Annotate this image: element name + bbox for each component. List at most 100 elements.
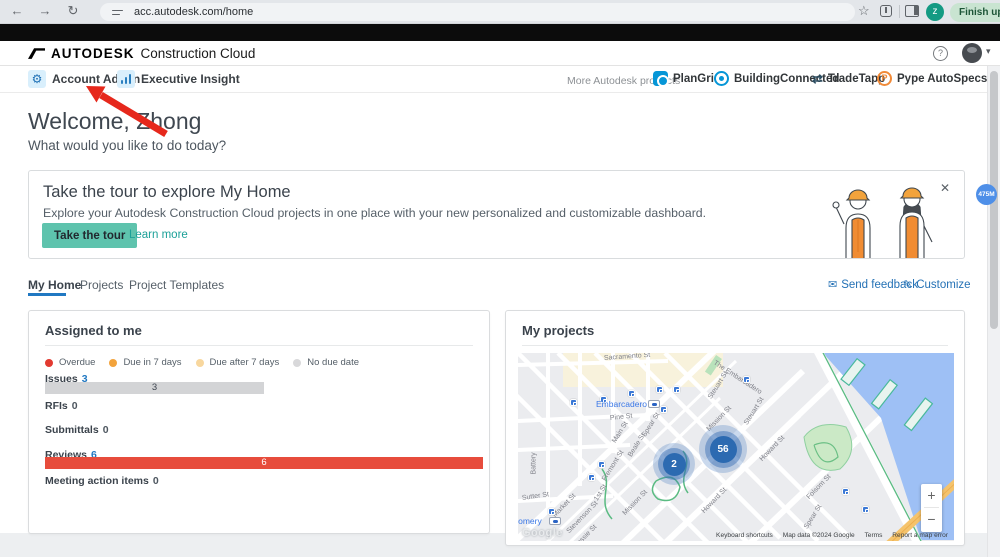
legend-dueafter7-label: Due after 7 days [209,357,280,368]
url-text[interactable]: acc.autodesk.com/home [134,6,253,18]
app-header: AUTODESK Construction Cloud ? ▾ [0,41,1000,66]
product-tradetapp[interactable]: ⇄ TradeTapp [812,71,885,86]
top-black-bar [0,24,1000,41]
notification-bubble[interactable]: 475M [976,184,997,205]
gear-icon: ⚙ [28,70,46,88]
map-cluster-56[interactable]: 56 [699,425,747,473]
bart-station-icon [549,517,561,525]
station-montgomery-label: tgomery [518,516,542,526]
legend-nodue-label: No due date [307,357,360,368]
legend-due7-dot [109,358,118,367]
card-divider [45,345,473,346]
product-nav: ⚙ Account Admin Executive Insight More A… [0,66,1000,93]
meeting-items-label: Meeting action items [45,475,149,487]
browser-forward-icon[interactable]: → [36,3,54,18]
my-projects-card: My projects Sacramento St The Embarcader… [505,310,965,546]
map-data-label: Map data ©2024 Google [782,532,855,539]
pype-icon: P [877,71,892,86]
banner-description: Explore your Autodesk Construction Cloud… [43,206,707,220]
product-pype-autospecs[interactable]: P Pype AutoSpecs [877,71,987,86]
legend-due7-label: Due in 7 days [123,357,182,368]
google-logo: Google [522,527,563,539]
meeting-items-count: 0 [152,475,159,487]
nav-executive-insight-label: Executive Insight [141,72,240,86]
bookmark-star-icon[interactable]: ☆ [858,3,870,19]
customize-label: Customize [916,279,971,291]
product-plangrid[interactable]: PlanGrid [653,71,721,87]
issues-bar: 3 [45,382,264,394]
browser-back-icon[interactable]: ← [8,3,26,18]
site-info-icon[interactable] [112,7,124,17]
issues-bar-track: 3 [45,382,483,394]
map-attribution: Keyboard shortcuts Map data ©2024 Google… [708,532,948,539]
tab-project-templates[interactable]: Project Templates [129,278,224,292]
autodesk-mark-icon [28,48,45,59]
buildingconnected-icon [714,71,729,86]
transit-icon [570,399,577,406]
assigned-legend: Overdue Due in 7 days Due after 7 days N… [45,357,373,368]
transit-icon [673,386,680,393]
nav-executive-insight[interactable]: Executive Insight [117,70,240,88]
account-avatar[interactable] [962,43,982,63]
tradetapp-icon: ⇄ [812,71,823,86]
mail-icon: ✉ [828,279,838,291]
brand-logo[interactable]: AUTODESK Construction Cloud [28,46,255,61]
banner-title: Take the tour to explore My Home [43,183,291,201]
transit-icon [588,474,595,481]
projects-card-title: My projects [522,323,595,338]
assigned-to-me-card: Assigned to me Overdue Due in 7 days Due… [28,310,490,534]
help-icon[interactable]: ? [933,45,948,61]
legend-overdue-label: Overdue [59,357,96,368]
app-root: ← → ↻ acc.autodesk.com/home ☆ z Finish u… [0,0,1000,557]
address-bar[interactable]: acc.autodesk.com/home [100,3,855,21]
metric-meeting-items: Meeting action items 0 [45,475,159,487]
terms-link[interactable]: Terms [865,532,883,539]
learn-more-link[interactable]: Learn more [129,229,188,241]
finish-update-label: Finish update [959,6,1000,18]
tab-projects[interactable]: Projects [80,278,123,292]
browser-reload-icon[interactable]: ↻ [64,3,82,19]
take-tour-button[interactable]: Take the tour [42,223,138,248]
bar-chart-icon [117,70,135,88]
zoom-in-button[interactable]: + [921,484,942,507]
plangrid-icon [653,71,669,87]
street-label: Battery [530,452,538,475]
map-cluster-2[interactable]: 2 [653,443,695,485]
page-subtitle: What would you like to do today? [28,138,227,153]
page-scrollbar[interactable] [987,66,1000,557]
reviews-bar: 6 [45,457,483,469]
finish-update-button[interactable]: Finish update⋮ [950,2,1000,22]
station-embarcadero-label: Embarcadero [596,399,648,409]
banner-close-icon[interactable]: ✕ [940,181,950,195]
projects-map[interactable]: Sacramento St The Embarcadero Steuart St… [518,353,954,541]
rfis-label: RFIs [45,400,68,412]
transit-icon [598,461,605,468]
pencil-icon: ✎ [903,279,913,291]
metric-rfis: RFIs 0 [45,400,78,412]
reviews-bar-track: 6 [45,457,483,469]
transit-icon [842,488,849,495]
legend-overdue-dot [45,358,53,367]
transit-icon [628,390,635,397]
toolbar-divider [899,5,900,18]
report-map-error-link[interactable]: Report a map error [892,532,948,539]
legend-nodue-dot [293,358,302,367]
downloads-icon[interactable] [880,5,892,17]
pype-label: Pype AutoSpecs [897,72,988,85]
keyboard-shortcuts-link[interactable]: Keyboard shortcuts [716,532,773,539]
tab-my-home[interactable]: My Home [28,278,81,292]
account-caret-icon[interactable]: ▾ [986,46,991,57]
submittals-count: 0 [102,424,109,436]
customize-link[interactable]: ✎ Customize [903,278,971,291]
side-panel-icon[interactable] [905,5,919,17]
cluster-count: 2 [662,452,686,476]
browser-profile-avatar[interactable]: z [926,2,944,21]
transit-icon [743,376,750,383]
bart-station-icon [648,400,660,408]
transit-icon [862,506,869,513]
map-zoom-control: + − [921,484,942,532]
active-tab-underline [28,293,66,296]
zoom-out-button[interactable]: − [921,508,942,531]
transit-icon [660,406,667,413]
cluster-count: 56 [709,435,737,463]
